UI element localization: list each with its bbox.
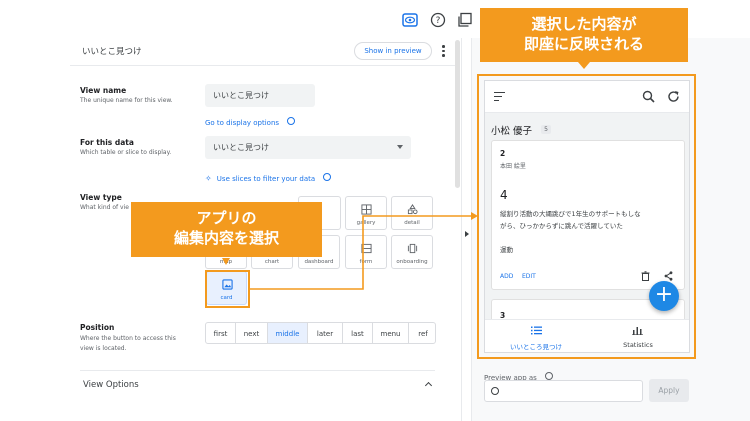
- view-type-onboarding-label: onboarding: [396, 259, 428, 265]
- view-type-detail[interactable]: detail: [391, 196, 433, 230]
- go-to-display-options-link[interactable]: Go to display options: [205, 110, 296, 129]
- apply-button[interactable]: Apply: [649, 379, 689, 402]
- position-label: Position: [80, 323, 115, 332]
- collapse-arrow-icon[interactable]: [465, 231, 469, 237]
- dropdown-arrow-icon: [397, 145, 403, 149]
- position-menu[interactable]: menu: [373, 323, 409, 343]
- position-help: Where the button to access this view is …: [80, 335, 176, 352]
- panel-divider: [461, 38, 462, 421]
- account-icon: [491, 387, 499, 395]
- for-this-data-help: Which table or slice to display.: [80, 149, 172, 156]
- data-source-select[interactable]: いいとこ見つけ: [205, 136, 411, 159]
- view-title: いいとこ見つけ: [82, 47, 142, 57]
- view-options-label: View Options: [83, 380, 139, 390]
- editor-scrollbar[interactable]: [455, 40, 460, 188]
- right-callout-line-2: 即座に反映される: [523, 35, 644, 53]
- position-last[interactable]: last: [343, 323, 373, 343]
- info-icon: [323, 172, 332, 181]
- divider: [80, 370, 435, 371]
- form-icon: [361, 243, 372, 254]
- view-name-help: The unique name for this view.: [80, 97, 173, 104]
- gallery-icon: [361, 204, 372, 215]
- left-callout-line-1: アプリの: [196, 209, 257, 227]
- view-type-form-label: form: [359, 259, 373, 265]
- use-slices-text: Use slices to filter your data: [216, 175, 316, 183]
- preview-highlight-frame: [477, 74, 696, 359]
- view-type-gallery-label: gallery: [356, 220, 376, 226]
- data-source-value: いいとこ見つけ: [213, 143, 269, 152]
- view-type-detail-label: detail: [404, 220, 420, 226]
- position-segmented-control: first next middle later last menu ref: [205, 322, 436, 344]
- view-type-form[interactable]: form: [345, 235, 387, 269]
- right-callout-line-1: 選択した内容が: [531, 15, 637, 33]
- view-type-help: What kind of vie: [80, 204, 129, 211]
- view-type-onboarding[interactable]: onboarding: [391, 235, 433, 269]
- info-icon: [544, 371, 553, 380]
- view-header: いいとこ見つけ Show in preview: [70, 38, 455, 66]
- view-type-gallery[interactable]: gallery: [345, 196, 387, 230]
- preview-as-user-field[interactable]: [484, 380, 643, 402]
- use-slices-link[interactable]: ✧ Use slices to filter your data: [205, 166, 332, 185]
- onboarding-icon: [407, 243, 418, 254]
- help-icon[interactable]: ?: [430, 12, 446, 28]
- go-to-display-options-text: Go to display options: [205, 119, 280, 127]
- view-type-map-label: map: [219, 259, 233, 265]
- copy-icon[interactable]: [457, 12, 473, 28]
- view-options-header[interactable]: View Options: [80, 376, 435, 396]
- left-callout: アプリの 編集内容を選択: [131, 202, 322, 257]
- position-ref[interactable]: ref: [409, 323, 435, 343]
- info-icon: [287, 116, 296, 125]
- left-callout-line-2: 編集内容を選択: [173, 229, 279, 247]
- position-later[interactable]: later: [308, 323, 343, 343]
- detail-icon: [407, 204, 418, 215]
- svg-text:?: ?: [436, 16, 441, 26]
- for-this-data-label: For this data: [80, 138, 134, 147]
- more-vert-icon[interactable]: [442, 44, 446, 58]
- position-next[interactable]: next: [236, 323, 268, 343]
- card-highlight-frame: [205, 270, 250, 308]
- show-in-preview-button[interactable]: Show in preview: [354, 42, 432, 60]
- view-type-dashboard-label: dashboard: [304, 259, 334, 265]
- right-callout: 選択した内容が 即座に反映される: [480, 8, 688, 62]
- chevron-up-icon: [424, 381, 433, 390]
- view-type-label: View type: [80, 193, 122, 202]
- position-middle[interactable]: middle: [268, 323, 308, 343]
- view-name-label: View name: [80, 86, 127, 95]
- view-name-field[interactable]: いいとこ見つけ: [205, 84, 315, 107]
- sparkle-icon: ✧: [205, 174, 212, 183]
- position-first[interactable]: first: [206, 323, 236, 343]
- view-type-chart-label: chart: [264, 259, 280, 265]
- preview-eye-icon[interactable]: [402, 12, 418, 28]
